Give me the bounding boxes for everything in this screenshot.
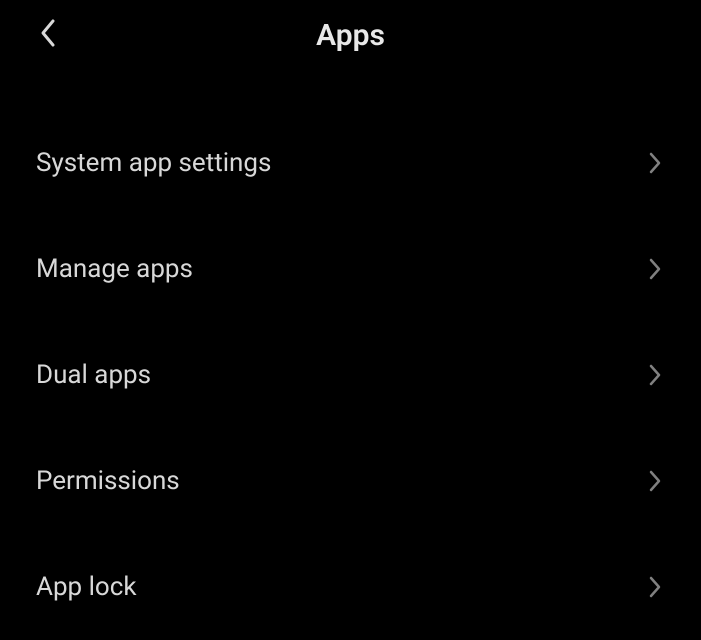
list-item-manage-apps[interactable]: Manage apps [0, 216, 701, 322]
back-icon [37, 17, 59, 53]
list-item-dual-apps[interactable]: Dual apps [0, 322, 701, 428]
settings-list: System app settings Manage apps Dual app… [0, 70, 701, 640]
chevron-right-icon [645, 467, 665, 495]
page-title: Apps [316, 18, 385, 53]
list-item-app-lock[interactable]: App lock [0, 534, 701, 640]
list-item-label: Permissions [36, 466, 180, 496]
list-item-label: Manage apps [36, 254, 193, 284]
list-item-label: App lock [36, 572, 137, 602]
list-item-system-app-settings[interactable]: System app settings [0, 110, 701, 216]
chevron-right-icon [645, 573, 665, 601]
chevron-right-icon [645, 361, 665, 389]
chevron-right-icon [645, 255, 665, 283]
chevron-right-icon [645, 149, 665, 177]
back-button[interactable] [28, 15, 68, 55]
list-item-permissions[interactable]: Permissions [0, 428, 701, 534]
list-item-label: Dual apps [36, 360, 151, 390]
list-item-label: System app settings [36, 148, 271, 178]
header: Apps [0, 0, 701, 70]
